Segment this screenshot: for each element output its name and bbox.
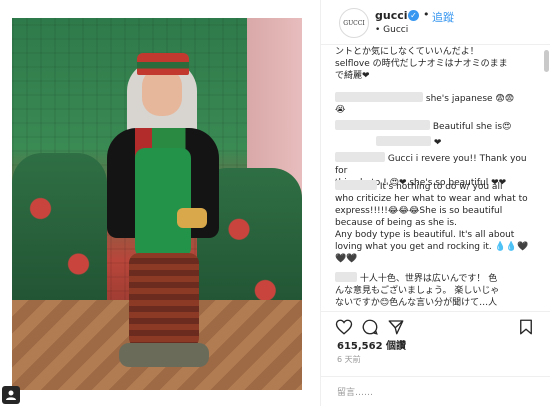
comment-icon[interactable] xyxy=(361,318,379,336)
comment-text: Any body type is beautiful. It's all abo… xyxy=(335,230,515,240)
location-subtitle[interactable]: • Gucci xyxy=(375,25,408,35)
username-link[interactable]: gucci xyxy=(375,9,408,22)
heart-outline-icon[interactable] xyxy=(335,318,353,336)
comment-item: 十人十色、世界は広いんです！ 色 んな意見もございましょう。 楽しいじゃ ないで… xyxy=(335,272,535,309)
comment-text: express!!!!!😂😂😂She is so beautiful xyxy=(335,206,503,216)
post-image[interactable] xyxy=(12,18,302,390)
comment-item: ントとか気にしなくていいんだよ！ selflove の時代だしナオミはナオミのま… xyxy=(335,46,535,82)
comments-list[interactable]: ントとか気にしなくていいんだよ！ selflove の時代だしナオミはナオミのま… xyxy=(321,46,543,311)
blurred-username xyxy=(335,152,385,162)
belt-bag xyxy=(177,208,207,228)
comment-text: 十人十色、世界は広いんです！ 色 xyxy=(359,274,498,284)
separator-dot: • xyxy=(423,8,430,21)
sneakers xyxy=(119,343,209,367)
comment-text: Beautiful she is😍 xyxy=(432,122,512,132)
follow-button[interactable]: 追蹤 xyxy=(432,9,454,25)
comments-scrollbar[interactable] xyxy=(544,48,549,303)
comment-text: んな意見もございましょう。 楽しいじゃ xyxy=(335,286,500,296)
comment-text: 🖤🖤 xyxy=(335,254,358,264)
post-header: GUCCI gucci ✓ • 追蹤 • Gucci xyxy=(321,0,550,45)
comment-item: Beautiful she is😍 xyxy=(335,120,535,133)
comment-text: she's japanese 😨😨 xyxy=(425,94,515,104)
comment-input[interactable]: 留言…… xyxy=(337,385,373,398)
blurred-username xyxy=(335,180,377,190)
model-figure xyxy=(107,43,227,373)
comment-text: ないですか😊色んな言い分が聞けて…人 xyxy=(335,298,498,308)
bookmark-icon[interactable] xyxy=(517,318,535,336)
socks xyxy=(129,253,199,348)
share-icon[interactable] xyxy=(387,318,405,336)
comment-text: 😭 xyxy=(335,105,346,115)
comment-item: ❤ xyxy=(376,136,543,149)
post-photo-area xyxy=(0,0,316,406)
verified-check-icon: ✓ xyxy=(408,10,419,21)
blurred-username xyxy=(335,120,430,130)
comment-item: It's nothing to do w/ you all who critic… xyxy=(335,180,535,265)
comment-text: selflove の時代だしナオミはナオミのまま xyxy=(335,59,508,69)
post-timestamp[interactable]: 6 天前 xyxy=(337,354,361,365)
comment-text: ❤ xyxy=(433,138,442,148)
comment-text: ントとか気にしなくていいんだよ！ xyxy=(335,47,479,57)
comment-text: で綺麗❤ xyxy=(335,71,370,81)
comment-item: 😭 xyxy=(335,104,535,116)
add-comment-area: 留言…… xyxy=(321,376,550,407)
comment-text: It's nothing to do w/ you all xyxy=(379,182,503,192)
like-count[interactable]: 615,562 個讚 xyxy=(337,337,406,352)
blurred-username xyxy=(376,136,431,146)
post-side-panel: GUCCI gucci ✓ • 追蹤 • Gucci ントとか気にしなくていいん… xyxy=(320,0,550,406)
comment-text: who criticize her what to wear and what … xyxy=(335,194,528,204)
comment-text: because of being as she is. xyxy=(335,218,457,228)
face xyxy=(142,68,182,116)
comment-text: loving what you get and rocking it. 💧💧🖤 xyxy=(335,242,529,252)
headband xyxy=(137,53,189,75)
user-tag-icon[interactable] xyxy=(2,386,20,404)
green-dress xyxy=(135,148,191,258)
blurred-username xyxy=(335,92,423,102)
blurred-username xyxy=(335,272,357,282)
account-avatar[interactable]: GUCCI xyxy=(339,8,369,38)
scrollbar-thumb[interactable] xyxy=(544,50,549,72)
